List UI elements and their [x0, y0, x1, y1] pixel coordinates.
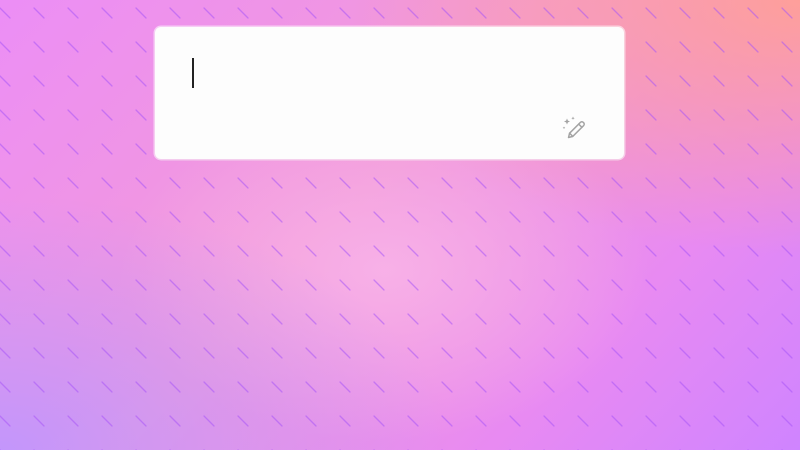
prompt-input[interactable] — [155, 27, 624, 159]
magic-pencil-icon — [562, 116, 585, 139]
prompt-card — [155, 27, 624, 159]
magic-pencil-button[interactable] — [558, 113, 592, 145]
text-caret — [192, 58, 194, 88]
